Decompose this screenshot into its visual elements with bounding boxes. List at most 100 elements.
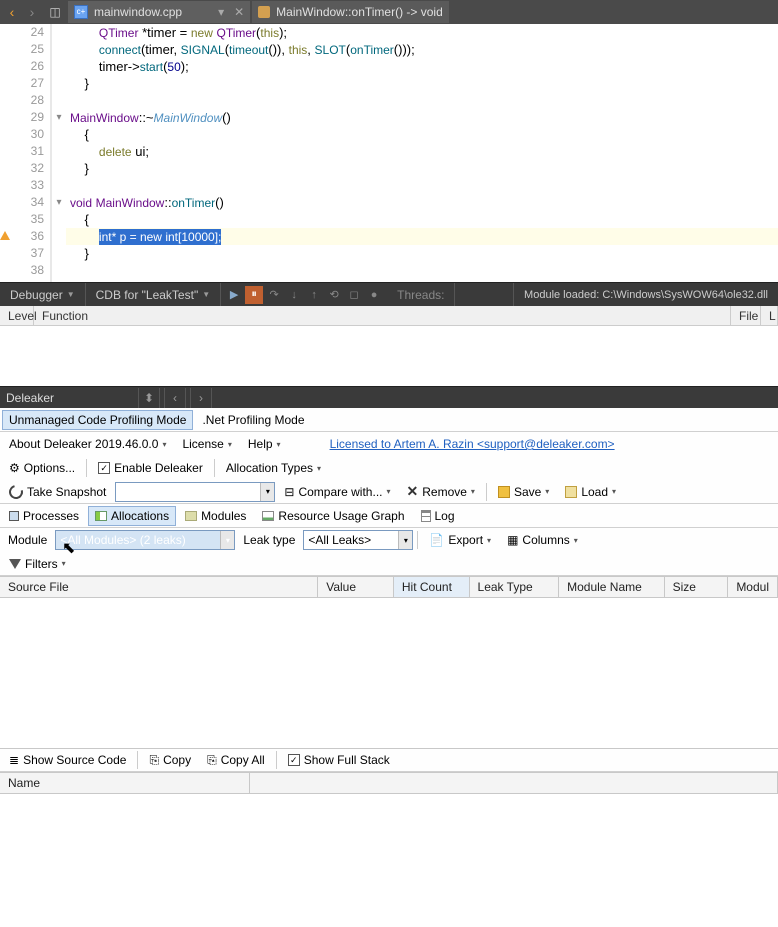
copy-button[interactable]: ⎘Copy bbox=[142, 750, 198, 771]
columns-button[interactable]: ▦Columns▾ bbox=[500, 530, 585, 550]
debug-icons: ▶ ⏸ ↷ ↓ ↑ ⟲ ◻ ● bbox=[221, 286, 387, 304]
about-button[interactable]: About Deleaker 2019.46.0.0▾ bbox=[2, 434, 173, 454]
tab-processes[interactable]: Processes bbox=[2, 506, 86, 526]
step-into-icon[interactable]: ↓ bbox=[285, 286, 303, 304]
debugger-toolbar: Debugger▼ CDB for "LeakTest"▼ ▶ ⏸ ↷ ↓ ↑ … bbox=[0, 282, 778, 306]
code-area[interactable]: QTimer *timer = new QTimer(this); connec… bbox=[66, 24, 778, 282]
copy-icon: ⎘ bbox=[149, 753, 159, 768]
snapshot-combo[interactable]: ▾ bbox=[115, 482, 275, 502]
unmanaged-mode-tab[interactable]: Unmanaged Code Profiling Mode bbox=[2, 410, 193, 430]
alloc-icon bbox=[95, 511, 107, 521]
debug-config[interactable]: CDB for "LeakTest"▼ bbox=[86, 283, 221, 306]
remove-button[interactable]: ✕Remove▾ bbox=[400, 480, 482, 503]
code-icon: ≣ bbox=[9, 753, 19, 767]
col-hit-count[interactable]: Hit Count bbox=[394, 577, 470, 597]
col-name[interactable]: Name bbox=[0, 773, 250, 793]
col-file[interactable]: File bbox=[731, 306, 761, 325]
process-icon bbox=[9, 511, 19, 521]
close-tab-icon[interactable]: ✕ bbox=[234, 5, 244, 19]
filter-icon bbox=[9, 559, 21, 569]
col-source-file[interactable]: Source File bbox=[0, 577, 318, 597]
code-editor[interactable]: 242526272829303132333435363738 ▾▾ QTimer… bbox=[0, 24, 778, 282]
breadcrumb-tab[interactable]: MainWindow::onTimer() -> void bbox=[252, 1, 449, 23]
col-leak-type[interactable]: Leak Type bbox=[470, 577, 560, 597]
tab-allocations[interactable]: Allocations bbox=[88, 506, 176, 526]
col-function[interactable]: Function bbox=[34, 306, 731, 325]
stop-icon[interactable]: ◻ bbox=[345, 286, 363, 304]
debugger-label[interactable]: Debugger▼ bbox=[0, 283, 86, 306]
breadcrumb-label: MainWindow::onTimer() -> void bbox=[276, 5, 443, 19]
help-button[interactable]: Help▾ bbox=[241, 434, 288, 454]
continue-icon[interactable]: ▶ bbox=[225, 286, 243, 304]
filters-button[interactable]: Filters▾ bbox=[2, 554, 73, 574]
function-icon bbox=[258, 6, 270, 18]
save-icon bbox=[498, 486, 510, 498]
restart-icon[interactable]: ⟲ bbox=[325, 286, 343, 304]
load-icon bbox=[565, 486, 577, 498]
dotnet-mode-tab[interactable]: .Net Profiling Mode bbox=[195, 410, 311, 430]
snapshot-bar: Take Snapshot ▾ ⊟Compare with...▾ ✕Remov… bbox=[0, 480, 778, 504]
tab-graph[interactable]: Resource Usage Graph bbox=[255, 506, 411, 526]
tab-modules[interactable]: Modules bbox=[178, 506, 253, 526]
col-module-name[interactable]: Module Name bbox=[559, 577, 664, 597]
show-source-button[interactable]: ≣Show Source Code bbox=[2, 750, 133, 770]
nav-fwd-icon[interactable]: › bbox=[22, 2, 42, 22]
cpp-file-icon: c+ bbox=[74, 5, 88, 19]
col-empty[interactable] bbox=[250, 773, 778, 793]
enable-deleaker-checkbox[interactable]: ✓Enable Deleaker bbox=[91, 458, 210, 478]
module-icon bbox=[185, 511, 197, 521]
col-value[interactable]: Value bbox=[318, 577, 394, 597]
export-icon: 📄 bbox=[429, 533, 444, 547]
log-icon bbox=[421, 510, 431, 522]
save-button[interactable]: Save▾ bbox=[491, 482, 556, 502]
col-level[interactable]: Level bbox=[0, 306, 34, 325]
bottom-toolbar: ≣Show Source Code ⎘Copy ⎘Copy All ✓Show … bbox=[0, 748, 778, 772]
debug-status: Module loaded: C:\Windows\SysWOW64\ole32… bbox=[513, 283, 778, 306]
file-tab[interactable]: c+ mainwindow.cpp ▾ ✕ bbox=[68, 1, 250, 23]
snapshot-icon bbox=[6, 482, 25, 501]
pin-icon[interactable]: ⬍ bbox=[138, 388, 160, 408]
leaktype-combo[interactable]: <All Leaks>▾ bbox=[303, 530, 413, 550]
chevron-down-icon[interactable]: ▾ bbox=[218, 5, 224, 19]
pause-icon[interactable]: ⏸ bbox=[245, 286, 263, 304]
tab-log[interactable]: Log bbox=[414, 506, 462, 526]
split-icon[interactable]: ◫ bbox=[46, 3, 64, 21]
nav-back-icon[interactable]: ‹ bbox=[2, 2, 22, 22]
leaktype-label: Leak type bbox=[237, 533, 301, 547]
view-tabs: Processes Allocations Modules Resource U… bbox=[0, 504, 778, 528]
info-bar: About Deleaker 2019.46.0.0▾ License▾ Hel… bbox=[0, 432, 778, 456]
threads-label[interactable]: Threads: bbox=[387, 283, 455, 306]
line-number-gutter: 242526272829303132333435363738 bbox=[0, 24, 52, 282]
gear-icon: ⚙ bbox=[9, 461, 20, 475]
step-out-icon[interactable]: ↑ bbox=[305, 286, 323, 304]
stack-grid-body[interactable] bbox=[0, 794, 778, 927]
nav-back2-icon[interactable]: ‹ bbox=[164, 388, 186, 408]
compare-button[interactable]: ⊟Compare with...▾ bbox=[277, 482, 397, 502]
editor-tab-bar: ‹ › ◫ c+ mainwindow.cpp ▾ ✕ MainWindow::… bbox=[0, 0, 778, 24]
options-button[interactable]: ⚙Options... bbox=[2, 458, 82, 478]
col-line[interactable]: L bbox=[761, 306, 778, 325]
col-size[interactable]: Size bbox=[665, 577, 729, 597]
module-combo[interactable]: <All Modules> (2 leaks)▾ bbox=[55, 530, 235, 550]
alloc-grid-body[interactable] bbox=[0, 598, 778, 748]
alloc-types-button[interactable]: Allocation Types▾ bbox=[219, 458, 328, 478]
profiling-mode-bar: Unmanaged Code Profiling Mode .Net Profi… bbox=[0, 408, 778, 432]
file-tab-label: mainwindow.cpp bbox=[94, 5, 182, 19]
alloc-grid-header: Source File Value Hit Count Leak Type Mo… bbox=[0, 576, 778, 598]
columns-icon: ▦ bbox=[507, 533, 518, 547]
licensed-link[interactable]: Licensed to Artem A. Razin <support@dele… bbox=[330, 437, 615, 451]
options-bar: ⚙Options... ✓Enable Deleaker Allocation … bbox=[0, 456, 778, 480]
col-module[interactable]: Modul bbox=[728, 577, 778, 597]
filters-row: Filters▾ bbox=[0, 552, 778, 576]
module-label: Module bbox=[2, 533, 53, 547]
export-button[interactable]: 📄Export▾ bbox=[422, 530, 498, 550]
copy-all-button[interactable]: ⎘Copy All bbox=[200, 750, 272, 771]
step-over-icon[interactable]: ↷ bbox=[265, 286, 283, 304]
take-snapshot-button[interactable]: Take Snapshot bbox=[2, 482, 113, 502]
license-button[interactable]: License▾ bbox=[175, 434, 238, 454]
load-button[interactable]: Load▾ bbox=[558, 482, 623, 502]
record-icon[interactable]: ● bbox=[365, 286, 383, 304]
nav-fwd2-icon[interactable]: › bbox=[190, 388, 212, 408]
full-stack-checkbox[interactable]: ✓Show Full Stack bbox=[281, 750, 397, 770]
compare-icon: ⊟ bbox=[284, 485, 294, 499]
